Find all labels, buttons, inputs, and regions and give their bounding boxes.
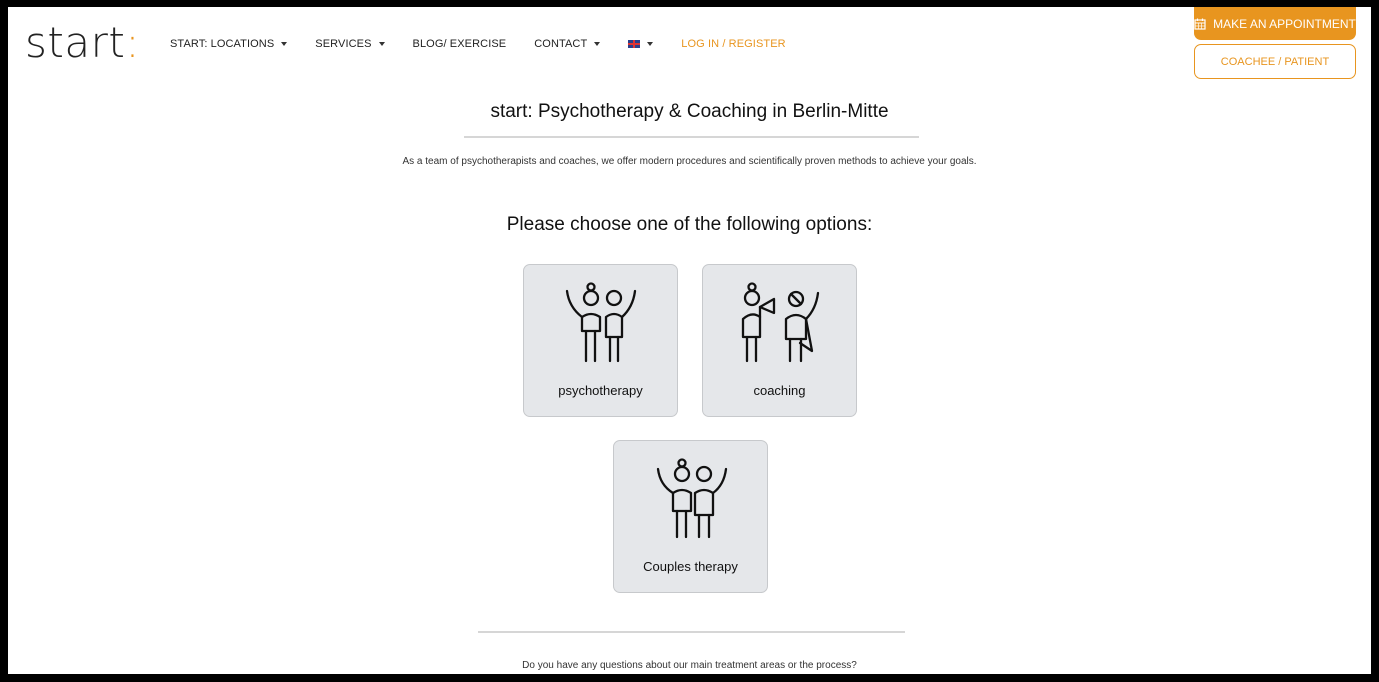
option-label-couples-therapy: Couples therapy — [643, 559, 738, 574]
option-card-psychotherapy[interactable]: psychotherapy — [523, 264, 678, 417]
make-appointment-label: MAKE AN APPOINTMENT — [1213, 16, 1356, 31]
options-heading: Please choose one of the following optio… — [506, 214, 873, 235]
nav-services[interactable]: SERVICES — [315, 38, 385, 50]
intro-text: As a team of psychotherapists and coache… — [402, 156, 977, 167]
nav-blog[interactable]: BLOG/ EXERCISE — [413, 38, 507, 50]
chevron-down-icon — [378, 42, 385, 46]
calendar-icon — [1194, 18, 1206, 30]
page-frame: start: START: LOCATIONS SERVICES BLOG/ E… — [8, 7, 1371, 674]
login-register-link[interactable]: LOG IN / REGISTER — [681, 38, 785, 50]
chevron-down-icon — [647, 42, 654, 46]
option-card-coaching[interactable]: coaching — [702, 264, 857, 417]
title-divider — [464, 136, 919, 138]
page-title: start: Psychotherapy & Coaching in Berli… — [490, 101, 889, 122]
bottom-divider — [478, 631, 905, 633]
nav-locations[interactable]: START: LOCATIONS — [170, 38, 288, 50]
uk-flag-icon — [628, 40, 641, 48]
coachee-patient-button[interactable]: COACHEE / PATIENT — [1194, 44, 1356, 79]
two-people-icon — [565, 282, 637, 363]
logo-colon: : — [125, 18, 140, 67]
logo-text: start — [25, 18, 126, 67]
nav-locations-label: START: LOCATIONS — [170, 38, 275, 50]
nav-contact-label: CONTACT — [534, 38, 588, 50]
make-appointment-button[interactable]: MAKE AN APPOINTMENT — [1194, 7, 1356, 40]
nav-services-label: SERVICES — [315, 38, 372, 50]
couple-icon — [656, 458, 728, 539]
nav-blog-label: BLOG/ EXERCISE — [412, 38, 507, 50]
language-switcher[interactable] — [628, 40, 654, 48]
site-logo[interactable]: start: — [25, 21, 140, 65]
option-label-psychotherapy: psychotherapy — [558, 383, 643, 398]
coach-megaphone-icon — [741, 282, 820, 363]
chevron-down-icon — [594, 42, 601, 46]
option-label-coaching: coaching — [753, 383, 806, 398]
questions-text: Do you have any questions about our main… — [522, 660, 857, 671]
nav-contact[interactable]: CONTACT — [534, 38, 601, 50]
main-nav: START: LOCATIONS SERVICES BLOG/ EXERCISE… — [170, 38, 814, 50]
chevron-down-icon — [281, 42, 288, 46]
option-card-couples-therapy[interactable]: Couples therapy — [613, 440, 768, 593]
